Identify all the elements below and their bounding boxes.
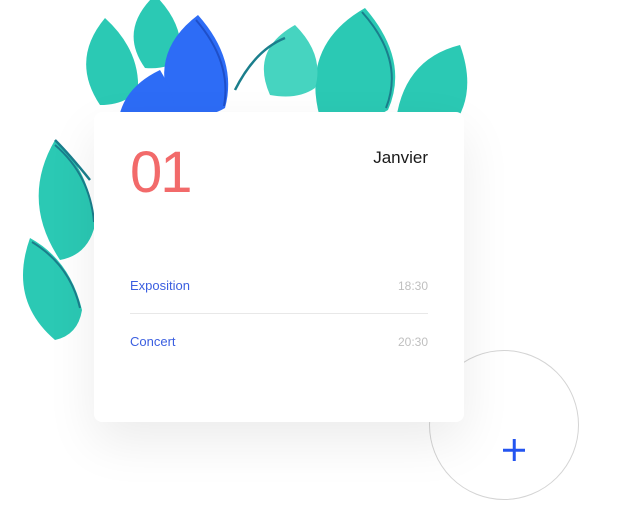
event-time: 18:30 — [398, 279, 428, 293]
event-title: Exposition — [130, 278, 190, 293]
day-number: 01 — [130, 144, 191, 202]
card-header: 01 Janvier — [130, 144, 428, 202]
plus-icon — [501, 437, 527, 463]
event-row[interactable]: Exposition 18:30 — [130, 258, 428, 313]
month-name: Janvier — [373, 148, 428, 168]
event-title: Concert — [130, 334, 176, 349]
event-time: 20:30 — [398, 335, 428, 349]
events-list: Exposition 18:30 Concert 20:30 — [130, 258, 428, 369]
event-row[interactable]: Concert 20:30 — [130, 313, 428, 369]
day-card: 01 Janvier Exposition 18:30 Concert 20:3… — [94, 112, 464, 422]
